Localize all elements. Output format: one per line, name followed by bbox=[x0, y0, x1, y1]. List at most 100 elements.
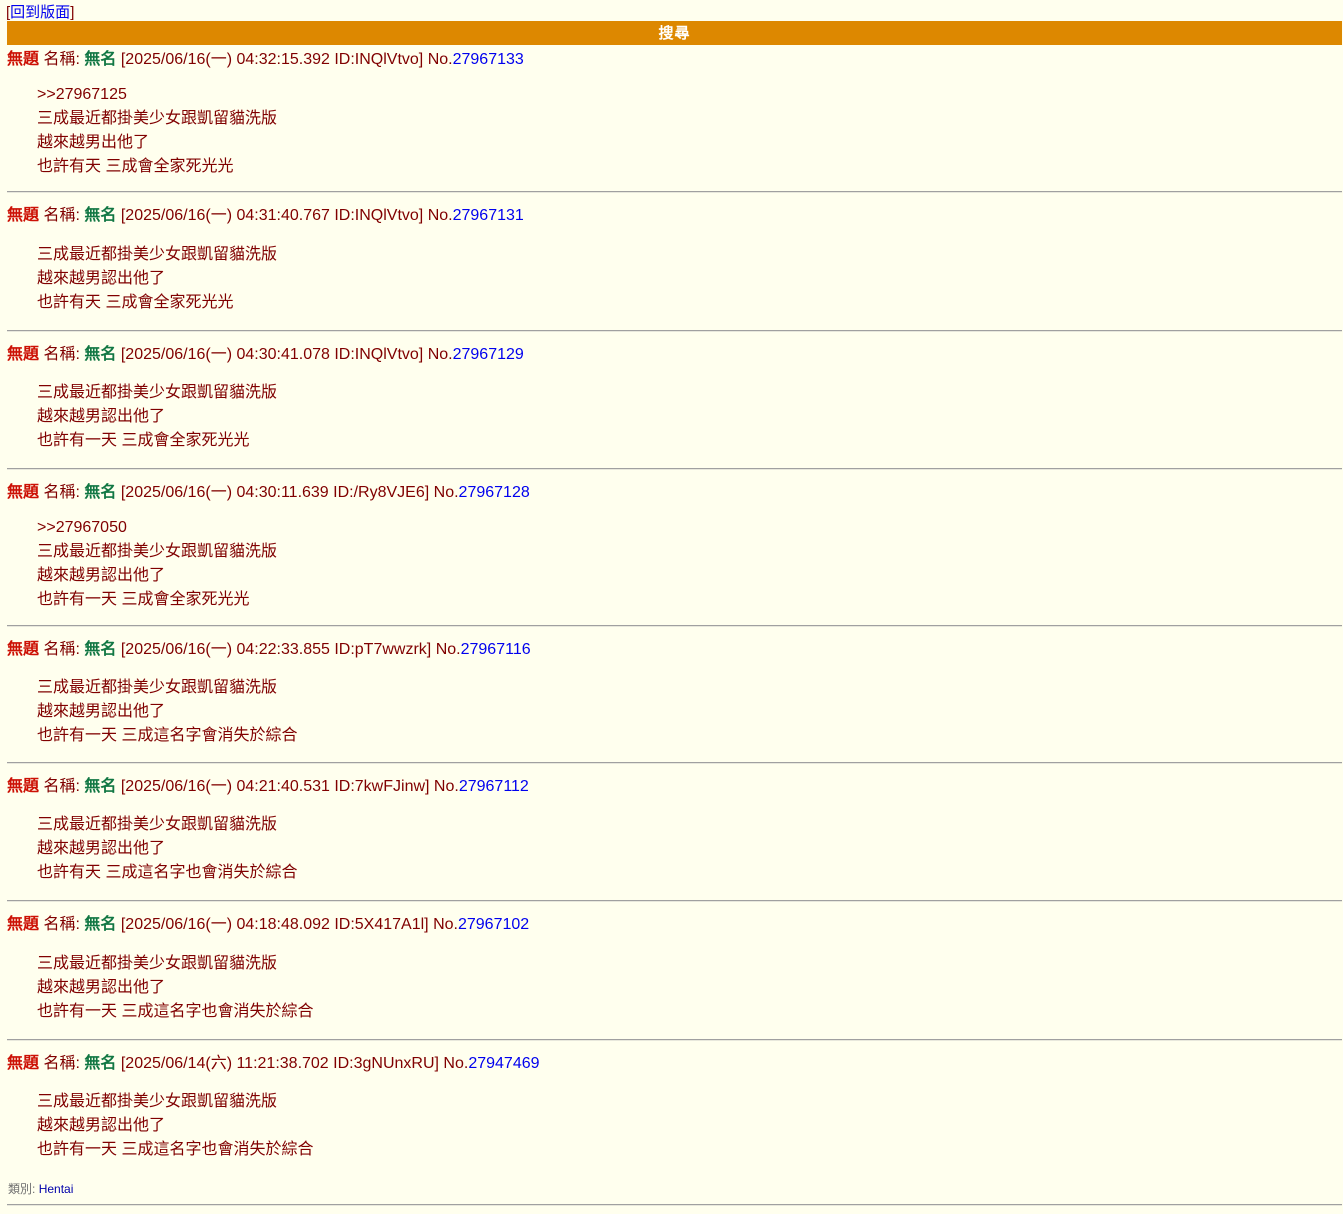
post-line: 三成最近都掛美少女跟凱留貓洗版 bbox=[37, 1093, 278, 1110]
post-line: 也許有天 三成這名字也會消失於綜合 bbox=[37, 864, 298, 881]
post-line: 三成最近都掛美少女跟凱留貓洗版 bbox=[37, 246, 278, 263]
search-title-bar: 搜尋 bbox=[7, 21, 1342, 45]
post-number-link[interactable]: 27947469 bbox=[468, 1055, 539, 1072]
post-line: 三成最近都掛美少女跟凱留貓洗版 bbox=[37, 816, 278, 833]
post-line: 也許有一天 三成這名字也會消失於綜合 bbox=[37, 1003, 314, 1020]
post-no-label: No. bbox=[435, 641, 461, 658]
name-label: 名稱: bbox=[43, 207, 80, 224]
name-label: 名稱: bbox=[43, 484, 80, 501]
category-line: 類別: Hentai bbox=[8, 1180, 73, 1197]
post-line: 三成最近都掛美少女跟凱留貓洗版 bbox=[37, 679, 278, 696]
post-body: 三成最近都掛美少女跟凱留貓洗版 越來越男認出他了也許有一天 三成這名字也會消失於綜… bbox=[37, 952, 1342, 1024]
post-subject: 無題 bbox=[7, 484, 40, 501]
post-subject: 無題 bbox=[7, 641, 40, 658]
bracket-close: ] bbox=[70, 4, 75, 21]
post-header: 無題 名稱: 無名 [2025/06/16(一) 04:32:15.392 ID… bbox=[7, 50, 1342, 70]
post-line: 也許有一天 三成會全家死光光 bbox=[37, 432, 250, 449]
post: 無題 名稱: 無名 [2025/06/16(一) 04:30:11.639 ID… bbox=[7, 483, 1342, 612]
post-number-link[interactable]: 27967131 bbox=[453, 207, 524, 224]
post-number-link[interactable]: 27967133 bbox=[453, 51, 524, 68]
name-label: 名稱: bbox=[43, 641, 80, 658]
post-subject: 無題 bbox=[7, 1055, 40, 1072]
post-line: 也許有一天 三成這名字也會消失於綜合 bbox=[37, 1141, 314, 1158]
post-header: 無題 名稱: 無名 [2025/06/16(一) 04:21:40.531 ID… bbox=[7, 777, 1342, 797]
post-line: 越來越男出他了 bbox=[37, 134, 150, 151]
top-nav: [回到版面] bbox=[6, 1, 74, 22]
post-meta: [2025/06/16(一) 04:30:11.639 ID:/Ry8VJE6] bbox=[120, 484, 430, 501]
post-divider bbox=[7, 330, 1342, 332]
poster-name: 無名 bbox=[84, 778, 117, 795]
post-no-label: No. bbox=[443, 1055, 469, 1072]
post-meta: [2025/06/16(一) 04:30:41.078 ID:INQlVtvo] bbox=[120, 346, 424, 363]
post-line: 三成最近都掛美少女跟凱留貓洗版 bbox=[37, 543, 278, 560]
poster-name: 無名 bbox=[84, 916, 117, 933]
post-body: 三成最近都掛美少女跟凱留貓洗版 越來越男認出他了也許有一天 三成這名字會消失於綜合 bbox=[37, 676, 1342, 748]
name-label: 名稱: bbox=[43, 1055, 80, 1072]
post-number-link[interactable]: 27967112 bbox=[459, 778, 529, 795]
post-subject: 無題 bbox=[7, 778, 40, 795]
post-number-link[interactable]: 27967116 bbox=[461, 641, 531, 658]
post-body: 三成最近都掛美少女跟凱留貓洗版 越來越男認出他了也許有天 三成這名字也會消失於綜合 bbox=[37, 813, 1342, 885]
post-line: 越來越男認出他了 bbox=[37, 703, 166, 720]
post-line: 也許有一天 三成會全家死光光 bbox=[37, 591, 250, 608]
post-header: 無題 名稱: 無名 [2025/06/16(一) 04:22:33.855 ID… bbox=[7, 640, 1342, 660]
name-label: 名稱: bbox=[43, 916, 80, 933]
post-body: >>27967050 三成最近都掛美少女跟凱留貓洗版 越來越男認出他了 也許有一天 三… bbox=[37, 516, 1342, 612]
post-line: 也許有天 三成會全家死光光 bbox=[37, 294, 234, 311]
post-divider bbox=[7, 1204, 1342, 1206]
poster-name: 無名 bbox=[84, 346, 117, 363]
post: 無題 名稱: 無名 [2025/06/16(一) 04:30:41.078 ID… bbox=[7, 345, 1342, 453]
name-label: 名稱: bbox=[43, 346, 80, 363]
post-line: 越來越男認出他了 bbox=[37, 979, 166, 996]
quote-line: >>27967050 bbox=[37, 519, 127, 536]
post-line: 也許有一天 三成這名字會消失於綜合 bbox=[37, 727, 298, 744]
quote-line: >>27967125 bbox=[37, 86, 127, 103]
post-subject: 無題 bbox=[7, 51, 40, 68]
poster-name: 無名 bbox=[84, 641, 117, 658]
post-meta: [2025/06/14(六) 11:21:38.702 ID:3gNUnxRU] bbox=[120, 1055, 439, 1072]
post-divider bbox=[7, 191, 1342, 193]
post-no-label: No. bbox=[427, 346, 453, 363]
name-label: 名稱: bbox=[43, 51, 80, 68]
post-subject: 無題 bbox=[7, 207, 40, 224]
post-subject: 無題 bbox=[7, 916, 40, 933]
post-line: 越來越男認出他了 bbox=[37, 408, 166, 425]
post-body: 三成最近都掛美少女跟凱留貓洗版 越來越男認出他了也許有一天 三成這名字也會消失於綜… bbox=[37, 1090, 1342, 1162]
category-link[interactable]: Hentai bbox=[39, 1182, 74, 1196]
post-line: 越來越男認出他了 bbox=[37, 270, 166, 287]
post-divider bbox=[7, 762, 1342, 764]
poster-name: 無名 bbox=[84, 51, 117, 68]
post-meta: [2025/06/16(一) 04:22:33.855 ID:pT7wwzrk] bbox=[120, 641, 432, 658]
post: 無題 名稱: 無名 [2025/06/16(一) 04:22:33.855 ID… bbox=[7, 640, 1342, 748]
post-meta: [2025/06/16(一) 04:18:48.092 ID:5X417A1l] bbox=[120, 916, 429, 933]
post-number-link[interactable]: 27967102 bbox=[458, 916, 529, 933]
post-body: 三成最近都掛美少女跟凱留貓洗版 越來越男認出他了也許有一天 三成會全家死光光 bbox=[37, 381, 1342, 453]
post-line: 三成最近都掛美少女跟凱留貓洗版 bbox=[37, 384, 278, 401]
post-no-label: No. bbox=[433, 778, 459, 795]
post-divider bbox=[7, 625, 1342, 627]
poster-name: 無名 bbox=[84, 1055, 117, 1072]
post-header: 無題 名稱: 無名 [2025/06/16(一) 04:30:41.078 ID… bbox=[7, 345, 1342, 365]
post: 無題 名稱: 無名 [2025/06/16(一) 04:31:40.767 ID… bbox=[7, 206, 1342, 315]
post-body: >>27967125 三成最近都掛美少女跟凱留貓洗版 越來越男出他了 也許有天 三成會… bbox=[37, 83, 1342, 179]
post-header: 無題 名稱: 無名 [2025/06/16(一) 04:31:40.767 ID… bbox=[7, 206, 1342, 226]
post-number-link[interactable]: 27967128 bbox=[459, 484, 530, 501]
post: 無題 名稱: 無名 [2025/06/14(六) 11:21:38.702 ID… bbox=[7, 1054, 1342, 1162]
post-header: 無題 名稱: 無名 [2025/06/14(六) 11:21:38.702 ID… bbox=[7, 1054, 1342, 1074]
back-to-board-link[interactable]: 回到版面 bbox=[10, 4, 70, 21]
post-no-label: No. bbox=[433, 916, 458, 933]
post-line: 越來越男認出他了 bbox=[37, 1117, 166, 1134]
post-no-label: No. bbox=[427, 51, 453, 68]
poster-name: 無名 bbox=[84, 484, 117, 501]
post-line: 三成最近都掛美少女跟凱留貓洗版 bbox=[37, 955, 278, 972]
post-no-label: No. bbox=[427, 207, 453, 224]
post-meta: [2025/06/16(一) 04:32:15.392 ID:INQlVtvo] bbox=[120, 51, 424, 68]
post-meta: [2025/06/16(一) 04:31:40.767 ID:INQlVtvo] bbox=[120, 207, 424, 224]
post-line: 也許有天 三成會全家死光光 bbox=[37, 158, 234, 175]
post-number-link[interactable]: 27967129 bbox=[453, 346, 524, 363]
post-line: 越來越男認出他了 bbox=[37, 840, 166, 857]
post: 無題 名稱: 無名 [2025/06/16(一) 04:21:40.531 ID… bbox=[7, 777, 1342, 885]
post-meta: [2025/06/16(一) 04:21:40.531 ID:7kwFJinw] bbox=[120, 778, 430, 795]
post-header: 無題 名稱: 無名 [2025/06/16(一) 04:18:48.092 ID… bbox=[7, 915, 1342, 935]
post: 無題 名稱: 無名 [2025/06/16(一) 04:32:15.392 ID… bbox=[7, 50, 1342, 179]
